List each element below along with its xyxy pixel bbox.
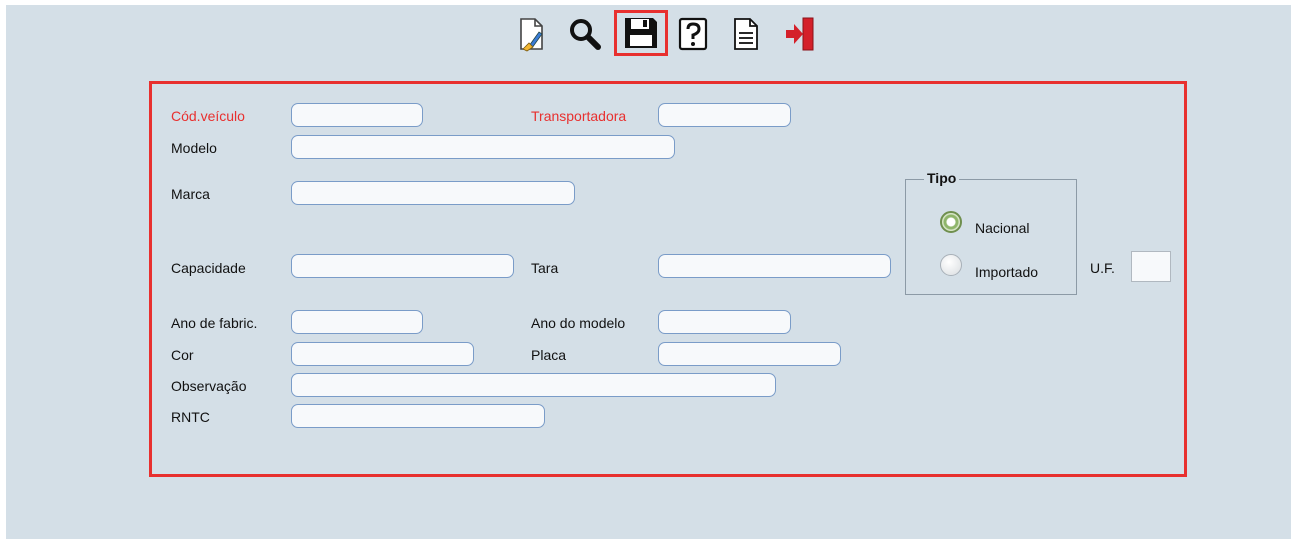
tara-label: Tara — [531, 260, 559, 276]
new-button[interactable] — [510, 13, 554, 55]
cod-veiculo-label: Cód.veículo — [171, 108, 245, 124]
marca-label: Marca — [171, 186, 210, 202]
ano-fabric-label: Ano de fabric. — [171, 315, 258, 331]
nacional-radio[interactable] — [940, 211, 962, 233]
document-lines-icon — [734, 18, 758, 50]
rntc-label: RNTC — [171, 409, 210, 425]
app-window: Cód.veículo Transportadora Modelo Marca … — [6, 5, 1291, 539]
capacidade-label: Capacidade — [171, 260, 246, 276]
ano-modelo-label: Ano do modelo — [531, 315, 626, 331]
ano-modelo-input[interactable] — [658, 310, 791, 334]
vehicle-form-panel: Cód.veículo Transportadora Modelo Marca … — [149, 81, 1187, 477]
modelo-label: Modelo — [171, 140, 217, 156]
search-button[interactable] — [563, 13, 607, 55]
help-button[interactable] — [671, 13, 715, 55]
transportadora-label: Transportadora — [531, 108, 627, 124]
importado-label[interactable]: Importado — [975, 264, 1038, 280]
cor-input[interactable] — [291, 342, 474, 366]
cor-label: Cor — [171, 347, 194, 363]
help-icon — [678, 17, 708, 51]
floppy-disk-icon — [625, 18, 657, 48]
save-button[interactable] — [614, 10, 668, 56]
transportadora-input[interactable] — [658, 103, 791, 127]
exit-door-icon — [786, 17, 814, 51]
new-document-icon — [520, 18, 543, 52]
observacao-label: Observação — [171, 378, 247, 394]
marca-input[interactable] — [291, 181, 575, 205]
placa-label: Placa — [531, 347, 567, 363]
ano-fabric-input[interactable] — [291, 310, 423, 334]
magnifier-icon — [570, 19, 601, 50]
tipo-legend: Tipo — [924, 170, 960, 186]
modelo-input[interactable] — [291, 135, 675, 159]
nacional-label[interactable]: Nacional — [975, 220, 1029, 236]
placa-input[interactable] — [658, 342, 841, 366]
observacao-input[interactable] — [291, 373, 776, 397]
uf-label: U.F. — [1090, 260, 1115, 276]
uf-input[interactable] — [1131, 251, 1171, 282]
importado-radio[interactable] — [940, 254, 962, 276]
tipo-group: Tipo Nacional Importado — [905, 170, 1077, 295]
capacidade-input[interactable] — [291, 254, 514, 278]
report-button[interactable] — [724, 13, 768, 55]
rntc-input[interactable] — [291, 404, 545, 428]
tara-input[interactable] — [658, 254, 891, 278]
cod-veiculo-input[interactable] — [291, 103, 423, 127]
exit-button[interactable] — [778, 13, 822, 55]
